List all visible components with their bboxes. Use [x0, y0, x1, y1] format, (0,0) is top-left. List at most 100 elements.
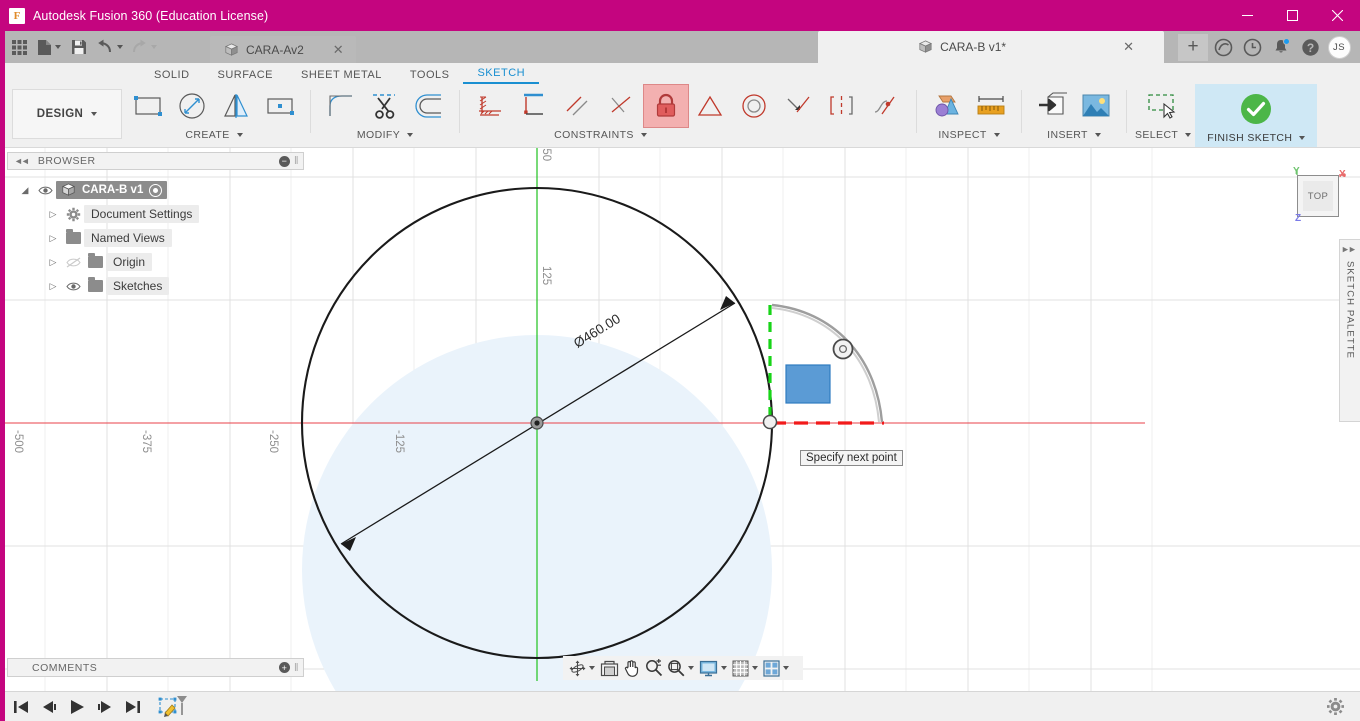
ribbon-tab-solid[interactable]: SOLID	[140, 64, 204, 84]
minimize-circle-icon[interactable]: −	[278, 155, 290, 167]
perpendicular-constraint-icon[interactable]	[600, 85, 644, 127]
sketch-palette-label: SKETCH PALETTE	[1344, 261, 1356, 360]
app-grid-icon[interactable]	[6, 34, 32, 60]
display-dropdown-caret[interactable]	[721, 666, 727, 670]
undo-icon[interactable]	[94, 34, 126, 60]
axis-tick-label: -500	[12, 430, 24, 454]
eye-icon[interactable]	[34, 185, 56, 196]
rectangular-pattern-icon[interactable]	[258, 85, 302, 127]
ribbon-group-label-insert[interactable]: INSERT	[1047, 128, 1101, 142]
collapse-right-icon[interactable]: ◄◄	[1343, 245, 1357, 255]
gear-icon[interactable]	[1322, 694, 1348, 720]
activate-component-radio[interactable]	[149, 183, 163, 197]
help-question-icon[interactable]: ?	[1296, 33, 1324, 61]
save-icon[interactable]	[66, 34, 92, 60]
close-icon[interactable]: ✕	[333, 42, 344, 58]
circle-tool-icon[interactable]	[170, 85, 214, 127]
panel-grip[interactable]: ‖	[294, 662, 299, 674]
browser-item-document-settings[interactable]: ▷ Document Settings	[30, 202, 300, 226]
expander-icon[interactable]: ▷	[44, 257, 62, 268]
midpoint-constraint-icon[interactable]	[776, 85, 820, 127]
rectangle-tool-icon[interactable]	[126, 85, 170, 127]
ribbon-group-label-select[interactable]: SELECT	[1135, 128, 1192, 142]
orbit-icon[interactable]	[567, 657, 588, 679]
eye-off-icon[interactable]	[62, 257, 84, 268]
browser-item-sketches[interactable]: ▷ Sketches	[30, 274, 300, 298]
expander-icon[interactable]: ▷	[44, 281, 62, 292]
trim-tool-icon[interactable]	[363, 85, 407, 127]
folder-icon	[84, 253, 106, 268]
insert-derive-icon[interactable]	[1030, 85, 1074, 127]
section-analysis-icon[interactable]	[925, 85, 969, 127]
avatar[interactable]: JS	[1325, 33, 1353, 61]
go-to-end-icon[interactable]	[120, 694, 146, 720]
zoom-icon[interactable]	[643, 657, 665, 679]
play-icon[interactable]	[64, 694, 90, 720]
parallel-constraint-icon[interactable]	[556, 85, 600, 127]
sketch-feature-icon[interactable]	[156, 694, 190, 720]
ribbon-group-label-modify[interactable]: MODIFY	[357, 128, 414, 142]
ribbon-group-label-inspect[interactable]: INSPECT	[938, 128, 1000, 142]
viewports-icon[interactable]	[761, 657, 782, 679]
select-window-cursor-icon[interactable]	[1141, 85, 1185, 127]
zoom-dropdown-caret[interactable]	[688, 666, 694, 670]
browser-item-named-views[interactable]: ▷ Named Views	[30, 226, 300, 250]
notifications-bell-icon[interactable]	[1267, 33, 1295, 61]
document-tab-cara-a[interactable]: CARA-Av2 ✕	[210, 36, 356, 63]
history-clock-icon[interactable]	[1238, 33, 1266, 61]
finish-sketch-label-row[interactable]: FINISH SKETCH	[1207, 131, 1306, 145]
collinear-constraint-icon[interactable]	[512, 85, 556, 127]
ribbon-tab-sketch[interactable]: SKETCH	[463, 64, 540, 84]
look-at-icon[interactable]	[598, 657, 621, 679]
display-settings-icon[interactable]	[697, 657, 720, 679]
zoom-window-icon[interactable]	[665, 657, 687, 679]
ribbon-tab-tools[interactable]: TOOLS	[396, 64, 464, 84]
document-tab-cara-b[interactable]: CARA-B v1* ✕	[818, 31, 1164, 63]
ribbon-group-label-constraints[interactable]: CONSTRAINTS	[554, 128, 647, 142]
ribbon-tab-sheet-metal[interactable]: SHEET METAL	[287, 64, 396, 84]
measure-tool-icon[interactable]	[969, 85, 1013, 127]
step-back-icon[interactable]	[36, 694, 62, 720]
sketch-palette-rail[interactable]: ◄◄ SKETCH PALETTE	[1339, 239, 1360, 422]
step-forward-icon[interactable]	[92, 694, 118, 720]
go-to-beginning-icon[interactable]	[8, 694, 34, 720]
maximize-button[interactable]	[1270, 0, 1315, 31]
close-icon[interactable]: ✕	[1123, 39, 1134, 55]
minimize-button[interactable]	[1225, 0, 1270, 31]
fix-unfix-constraint-icon[interactable]	[643, 84, 689, 128]
ribbon-tab-surface[interactable]: SURFACE	[204, 64, 287, 84]
concentric-constraint-icon[interactable]	[732, 85, 776, 127]
browser-root-component[interactable]: CARA-B v1	[56, 181, 168, 199]
redo-icon[interactable]	[128, 34, 160, 60]
tangent-constraint-icon[interactable]	[688, 85, 732, 127]
workspace-selector-design[interactable]: DESIGN	[12, 89, 122, 139]
ribbon-group-label-create[interactable]: CREATE	[185, 128, 243, 142]
data-panel-icon[interactable]	[1209, 33, 1237, 61]
eye-icon[interactable]	[62, 281, 84, 292]
viewports-dropdown-caret[interactable]	[783, 666, 789, 670]
expander-icon[interactable]: ◢	[16, 185, 34, 196]
new-tab-button[interactable]: +	[1178, 33, 1208, 61]
add-circle-icon[interactable]: +	[278, 662, 290, 673]
expander-icon[interactable]: ▷	[44, 233, 62, 244]
fillet-tool-icon[interactable]	[319, 85, 363, 127]
expander-icon[interactable]: ▷	[44, 209, 62, 220]
collapse-left-icon[interactable]: ◄◄	[14, 156, 30, 166]
close-button[interactable]	[1315, 0, 1360, 31]
curvature-constraint-icon[interactable]	[864, 85, 908, 127]
pan-hand-icon[interactable]	[621, 657, 643, 679]
orbit-dropdown-caret[interactable]	[589, 666, 595, 670]
symmetry-constraint-icon[interactable]	[820, 85, 864, 127]
view-cube[interactable]: TOP Y X Z	[1288, 166, 1350, 226]
grid-dropdown-caret[interactable]	[752, 666, 758, 670]
grid-snaps-icon[interactable]	[730, 657, 751, 679]
new-file-icon[interactable]	[34, 34, 64, 60]
insert-canvas-image-icon[interactable]	[1074, 85, 1118, 127]
browser-root-row[interactable]: ◢ CARA-B v1	[16, 178, 300, 202]
browser-item-origin[interactable]: ▷ Origin	[30, 250, 300, 274]
panel-grip[interactable]: ‖	[294, 155, 299, 167]
mirror-tool-icon[interactable]	[214, 85, 258, 127]
coincident-constraint-icon[interactable]	[468, 85, 512, 127]
finish-sketch-button[interactable]: FINISH SKETCH	[1195, 84, 1318, 147]
offset-tool-icon[interactable]	[407, 85, 451, 127]
